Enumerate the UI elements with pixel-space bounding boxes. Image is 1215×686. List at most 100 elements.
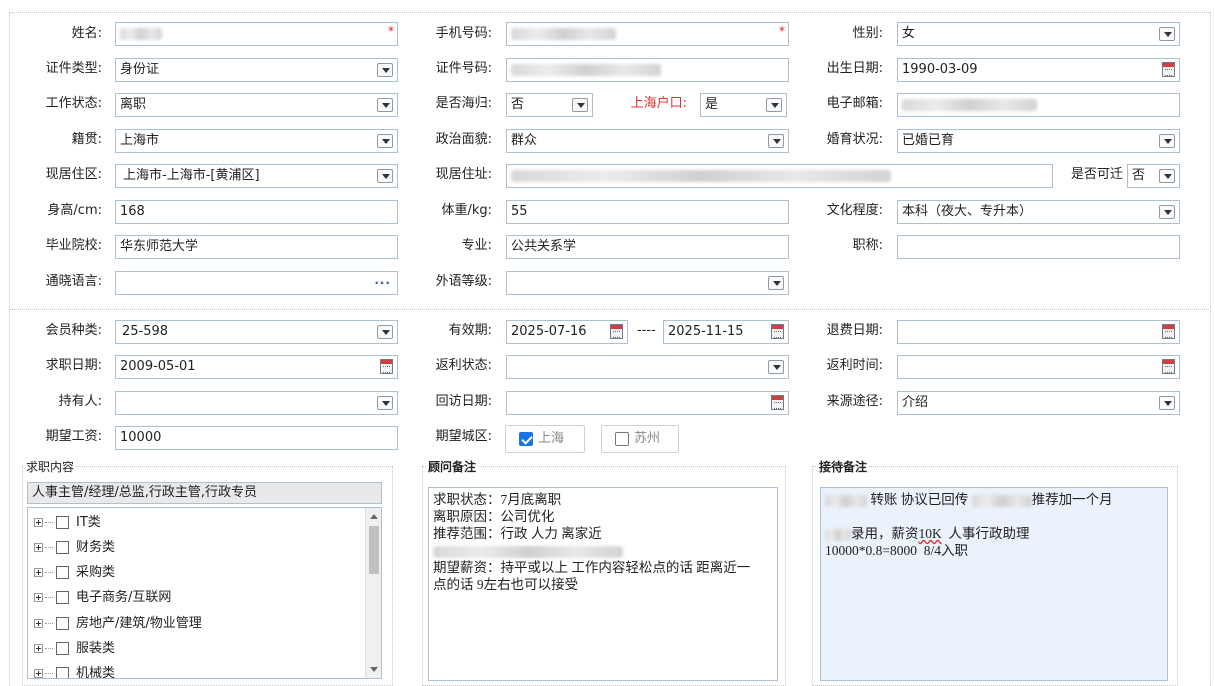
rebate-time-field[interactable] [897,355,1180,379]
reception-notes-title: 接待备注 [817,458,870,475]
relocate-select[interactable]: 否 [1127,164,1180,188]
expand-icon[interactable] [34,644,43,653]
tree-scrollbar[interactable] [365,508,381,678]
height-field[interactable]: 168 [115,200,398,224]
scroll-thumb[interactable] [369,526,379,574]
holder-select[interactable] [115,391,398,415]
checkbox-icon[interactable] [56,667,69,678]
checkbox-icon[interactable] [56,642,69,655]
tree-item-it[interactable]: IT类 [34,513,101,533]
advisor-notes-textarea[interactable]: 求职状态：7月底离职 离职原因：公司优化 推荐范围：行政 人力 离家近 期望薪资：持平… [428,487,778,681]
id-number-label: 证件号码: [435,61,492,76]
revisit-date-field[interactable] [506,391,789,415]
valid-from-field[interactable]: 2025-07-16 [506,320,628,344]
expand-icon[interactable] [34,669,43,678]
chevron-down-icon[interactable] [377,134,393,148]
chevron-down-icon[interactable] [377,98,393,112]
marital-select[interactable]: 已婚已育 [897,129,1180,153]
calendar-icon[interactable] [1162,359,1175,374]
chevron-down-icon[interactable] [1159,134,1175,148]
height-label: 身高/cm: [47,203,102,218]
foreign-level-select[interactable] [506,271,789,295]
expand-icon[interactable] [34,543,43,552]
native-select[interactable]: 上海市 [115,129,398,153]
tree-connector [45,673,53,674]
tree-item-realestate[interactable]: 房地产/建筑/物业管理 [34,614,202,634]
expand-icon[interactable] [34,568,43,577]
phone-field[interactable]: * [506,22,789,46]
scroll-down-icon[interactable] [370,667,378,672]
job-date-field[interactable]: 2009-05-01 [115,355,398,379]
refund-date-field[interactable] [897,320,1180,344]
city-shanghai-checkbox[interactable]: 上海 [505,425,585,453]
expand-icon[interactable] [34,619,43,628]
foreign-level-label: 外语等级: [435,274,492,289]
member-type-select[interactable]: 25-598 [115,320,398,344]
chevron-down-icon[interactable] [1159,396,1175,410]
checkbox-icon[interactable] [615,432,629,446]
tree-item-ecommerce[interactable]: 电子商务/互联网 [34,588,171,608]
more-icon[interactable]: ··· [374,272,391,294]
chevron-down-icon[interactable] [768,276,784,290]
chevron-down-icon[interactable] [1159,27,1175,41]
tree-item-finance[interactable]: 财务类 [34,538,115,558]
calendar-icon[interactable] [610,324,623,339]
tree-item-machinery[interactable]: 机械类 [34,664,115,678]
reception-notes-textarea[interactable]: 转账 协议已回传 推荐加一个月 录用，薪资10K 人事行政助理 10000*0.8=… [820,487,1168,681]
name-field[interactable]: * [115,22,398,46]
calendar-icon[interactable] [380,359,393,374]
city-suzhou-checkbox[interactable]: 苏州 [601,425,679,453]
chevron-down-icon[interactable] [377,169,393,183]
salary-label: 期望工资: [45,429,102,444]
id-number-field[interactable] [506,58,789,82]
chevron-down-icon[interactable] [1159,205,1175,219]
returnee-select[interactable]: 否 [506,93,593,117]
salary-field[interactable]: 10000 [115,426,398,450]
rebate-status-select[interactable] [506,355,789,379]
email-field[interactable] [897,93,1180,117]
calendar-icon[interactable] [1162,62,1175,77]
calendar-icon[interactable] [771,324,784,339]
checkbox-icon[interactable] [56,617,69,630]
scroll-up-icon[interactable] [370,514,378,519]
chevron-down-icon[interactable] [768,134,784,148]
expand-icon[interactable] [34,593,43,602]
job-intent-selected: 人事主管/经理/总监,行政主管,行政专员 [27,482,382,504]
chevron-down-icon[interactable] [1159,169,1175,183]
chevron-down-icon[interactable] [377,396,393,410]
weight-field[interactable]: 55 [506,200,789,224]
major-field[interactable]: 公共关系学 [506,235,789,259]
tree-item-apparel[interactable]: 服装类 [34,639,115,659]
education-select[interactable]: 本科（夜大、专升本） [897,200,1180,224]
checkbox-icon[interactable] [56,591,69,604]
chevron-down-icon[interactable] [572,98,588,112]
title-field[interactable] [897,235,1180,259]
expand-icon[interactable] [34,518,43,527]
work-status-select[interactable]: 离职 [115,93,398,117]
birth-date-field[interactable]: 1990-03-09 [897,58,1180,82]
checkbox-icon[interactable] [56,566,69,579]
chevron-down-icon[interactable] [768,360,784,374]
shanghai-hukou-select[interactable]: 是 [700,93,787,117]
chevron-down-icon[interactable] [377,325,393,339]
checkbox-icon[interactable] [56,516,69,529]
gender-value: 女 [902,26,916,41]
chevron-down-icon[interactable] [766,98,782,112]
chevron-down-icon[interactable] [377,63,393,77]
residence-select[interactable]: 上海市-上海市-[黄浦区] [115,164,398,188]
calendar-icon[interactable] [771,395,784,410]
source-select[interactable]: 介绍 [897,391,1180,415]
member-type-value: 25-598 [122,324,169,339]
valid-to-field[interactable]: 2025-11-15 [663,320,789,344]
school-field[interactable]: 华东师范大学 [115,235,398,259]
checkbox-icon[interactable] [56,541,69,554]
language-field[interactable]: ··· [115,271,398,295]
political-select[interactable]: 群众 [506,129,789,153]
tree-item-purchase[interactable]: 采购类 [34,563,115,583]
id-type-select[interactable]: 身份证 [115,58,398,82]
checkbox-checked-icon[interactable] [519,432,533,446]
calendar-icon[interactable] [1162,324,1175,339]
gender-select[interactable]: 女 [897,22,1180,46]
address-field[interactable] [506,164,1053,188]
job-category-tree[interactable]: IT类 财务类 采购类 电子商务/互联网 房地产/建筑/物业管理 服装类 机械类 [27,507,382,679]
